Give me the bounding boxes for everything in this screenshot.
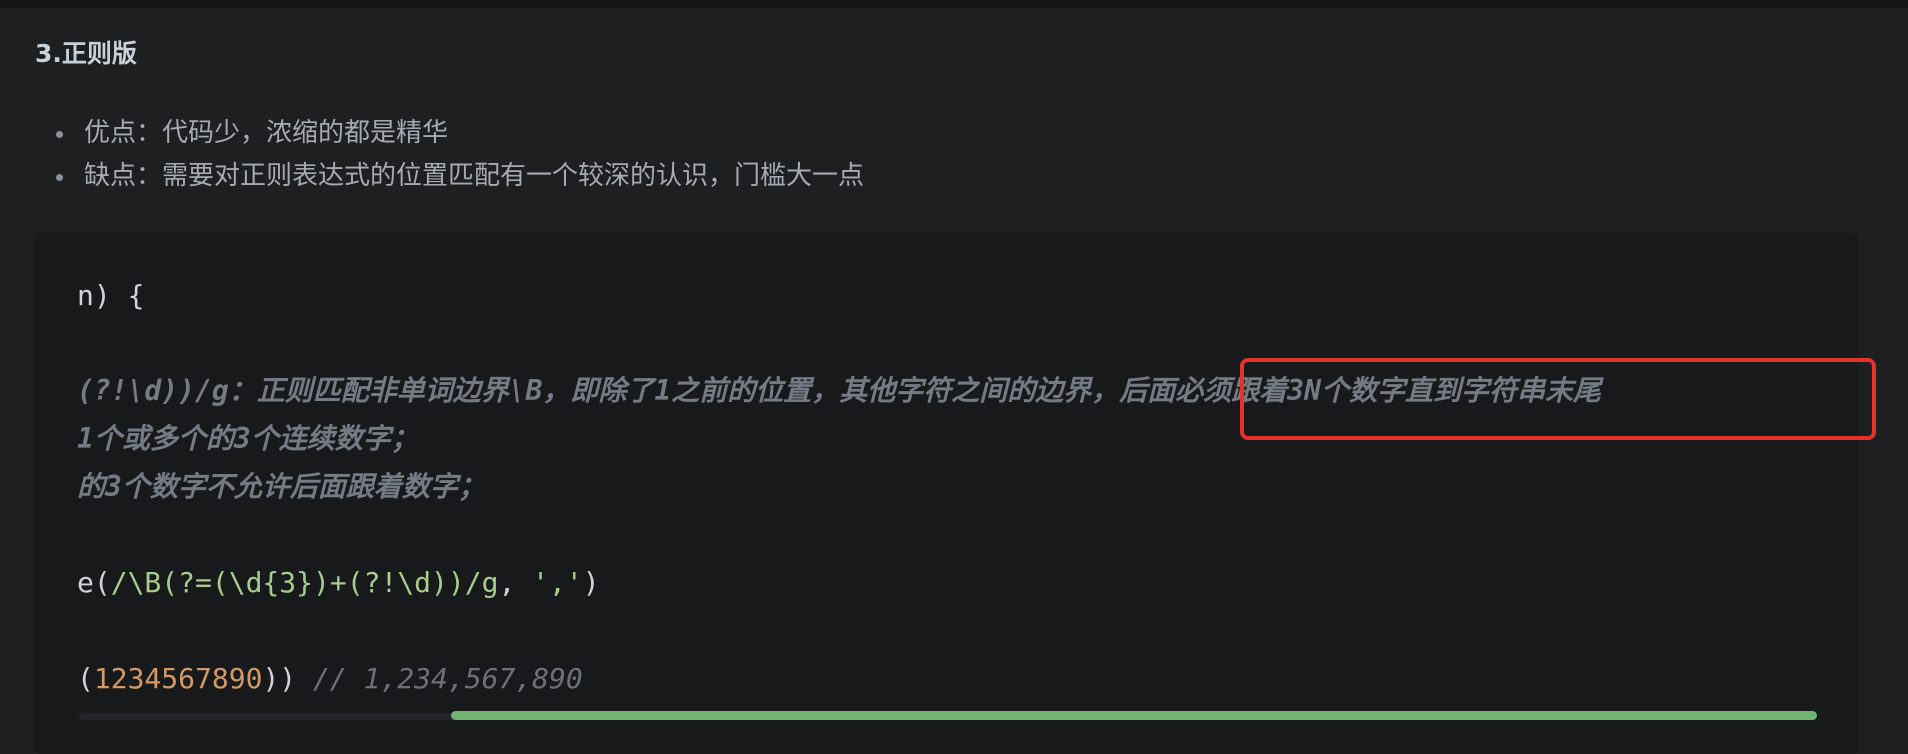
code-line-call-example: (1234567890)) // 1,234,567,890 [77, 659, 583, 699]
code-token-number: 1234567890 [93, 662, 263, 695]
code-line-replace-call: e(/\B(?=(\d{3})+(?!\d))/g, ',') [77, 563, 600, 603]
list-item-pros: 优点：代码少，浓缩的都是精华 [50, 112, 864, 155]
code-scroll-area[interactable]: n) { (?!\d))/g：正则匹配非单词边界\B，即除了1之前的位置，其他字… [77, 249, 1851, 754]
code-block[interactable]: n) { (?!\d))/g：正则匹配非单词边界\B，即除了1之前的位置，其他字… [35, 233, 1859, 754]
code-token-result-comment: // 1,234,567,890 [313, 662, 583, 695]
code-comment-lookahead-explanation: 的3个数字不允许后面跟着数字； [77, 470, 486, 503]
code-token-close: ) [582, 566, 600, 599]
code-token-close-paren: )) [262, 662, 314, 695]
annotation-highlight-box [1240, 358, 1876, 440]
top-strip [0, 0, 1908, 8]
code-token-regex: /\B(?=(\d{3})+(?!\d))/g [110, 566, 499, 599]
horizontal-scrollbar-thumb[interactable] [451, 711, 1817, 720]
section-heading: 3.正则版 [35, 39, 137, 68]
list-item-cons: 缺点：需要对正则表达式的位置匹配有一个较深的认识，门槛大一点 [50, 155, 864, 198]
code-token-separator: , [498, 566, 533, 599]
code-token-method: e( [77, 566, 111, 599]
code-token-string: ',' [532, 566, 583, 599]
code-line-function-open: n) { [77, 279, 145, 312]
pros-cons-list: 优点：代码少，浓缩的都是精华 缺点：需要对正则表达式的位置匹配有一个较深的认识，… [50, 112, 864, 198]
code-comment-group-explanation: 1个或多个的3个连续数字； [77, 422, 419, 455]
code-token-open-paren: ( [77, 662, 94, 695]
